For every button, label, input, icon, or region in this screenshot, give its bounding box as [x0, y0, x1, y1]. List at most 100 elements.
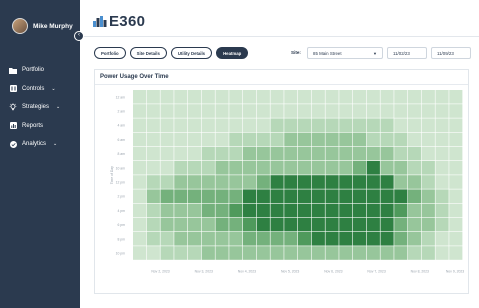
heatmap-cell[interactable]: [325, 246, 339, 260]
heatmap-cell[interactable]: [325, 146, 339, 161]
heatmap-cell[interactable]: [298, 189, 312, 203]
heatmap-cell[interactable]: [284, 246, 298, 260]
heatmap-cell[interactable]: [339, 217, 353, 232]
heatmap-cell[interactable]: [311, 217, 325, 232]
heatmap-cell[interactable]: [284, 161, 298, 175]
heatmap-cell[interactable]: [215, 175, 229, 189]
heatmap-cell[interactable]: [201, 132, 215, 147]
heatmap-cell[interactable]: [394, 132, 408, 147]
heatmap-cell[interactable]: [366, 189, 380, 203]
heatmap-cell[interactable]: [229, 132, 243, 147]
heatmap-cell[interactable]: [133, 246, 147, 260]
heatmap-cell[interactable]: [146, 232, 160, 246]
heatmap-cell[interactable]: [435, 217, 449, 232]
site-select[interactable]: 85 Main Street ▼: [307, 47, 383, 59]
heatmap-cell[interactable]: [408, 104, 422, 118]
heatmap-cell[interactable]: [325, 104, 339, 118]
heatmap-cell[interactable]: [229, 189, 243, 203]
heatmap-cell[interactable]: [421, 104, 435, 118]
heatmap-cell[interactable]: [243, 203, 257, 218]
heatmap-cell[interactable]: [229, 246, 243, 260]
heatmap-cell[interactable]: [298, 146, 312, 161]
heatmap-cell[interactable]: [256, 132, 270, 147]
heatmap-cell[interactable]: [408, 132, 422, 147]
heatmap-cell[interactable]: [284, 203, 298, 218]
heatmap-cell[interactable]: [339, 104, 353, 118]
heatmap-cell[interactable]: [133, 118, 147, 132]
heatmap-cell[interactable]: [408, 189, 422, 203]
heatmap-cell[interactable]: [435, 161, 449, 175]
heatmap-cell[interactable]: [229, 90, 243, 104]
heatmap-cell[interactable]: [449, 161, 463, 175]
heatmap-cell[interactable]: [229, 118, 243, 132]
heatmap-cell[interactable]: [449, 132, 463, 147]
heatmap-cell[interactable]: [380, 232, 394, 246]
heatmap-cell[interactable]: [380, 217, 394, 232]
heatmap-cell[interactable]: [339, 90, 353, 104]
heatmap-cell[interactable]: [421, 217, 435, 232]
heatmap-cell[interactable]: [311, 161, 325, 175]
heatmap-cell[interactable]: [339, 118, 353, 132]
sidebar-item-portfolio[interactable]: Portfolio: [9, 61, 60, 80]
heatmap-cell[interactable]: [449, 232, 463, 246]
heatmap-cell[interactable]: [188, 203, 202, 218]
heatmap-cell[interactable]: [449, 203, 463, 218]
heatmap-cell[interactable]: [311, 146, 325, 161]
heatmap-cell[interactable]: [160, 217, 174, 232]
heatmap-cell[interactable]: [188, 232, 202, 246]
heatmap-cell[interactable]: [394, 118, 408, 132]
heatmap-cell[interactable]: [133, 90, 147, 104]
heatmap-cell[interactable]: [256, 146, 270, 161]
heatmap-cell[interactable]: [146, 175, 160, 189]
heatmap-cell[interactable]: [394, 161, 408, 175]
heatmap-cell[interactable]: [394, 232, 408, 246]
heatmap-cell[interactable]: [421, 246, 435, 260]
heatmap-cell[interactable]: [146, 189, 160, 203]
heatmap-cell[interactable]: [188, 189, 202, 203]
heatmap-cell[interactable]: [353, 217, 367, 232]
heatmap-cell[interactable]: [188, 246, 202, 260]
heatmap-cell[interactable]: [270, 132, 284, 147]
heatmap-cell[interactable]: [325, 232, 339, 246]
heatmap-cell[interactable]: [449, 217, 463, 232]
heatmap-cell[interactable]: [188, 104, 202, 118]
heatmap-cell[interactable]: [380, 246, 394, 260]
heatmap-cell[interactable]: [339, 175, 353, 189]
heatmap-cell[interactable]: [339, 132, 353, 147]
heatmap-cell[interactable]: [215, 246, 229, 260]
heatmap-cell[interactable]: [339, 146, 353, 161]
heatmap-cell[interactable]: [435, 246, 449, 260]
tab-site-details[interactable]: Site Details: [129, 47, 167, 59]
heatmap-cell[interactable]: [201, 146, 215, 161]
heatmap-cell[interactable]: [146, 246, 160, 260]
sidebar-item-analytics[interactable]: Analytics ⌄: [9, 135, 60, 154]
heatmap-cell[interactable]: [311, 132, 325, 147]
heatmap-cell[interactable]: [160, 203, 174, 218]
heatmap-cell[interactable]: [449, 175, 463, 189]
heatmap-cell[interactable]: [311, 203, 325, 218]
heatmap-cell[interactable]: [449, 189, 463, 203]
heatmap-cell[interactable]: [256, 232, 270, 246]
heatmap-cell[interactable]: [421, 203, 435, 218]
heatmap-cell[interactable]: [229, 203, 243, 218]
heatmap-cell[interactable]: [298, 175, 312, 189]
heatmap-cell[interactable]: [353, 118, 367, 132]
heatmap-cell[interactable]: [133, 132, 147, 147]
heatmap-cell[interactable]: [353, 104, 367, 118]
heatmap-cell[interactable]: [270, 246, 284, 260]
heatmap-cell[interactable]: [256, 104, 270, 118]
heatmap-cell[interactable]: [215, 203, 229, 218]
heatmap-cell[interactable]: [325, 203, 339, 218]
heatmap-cell[interactable]: [201, 217, 215, 232]
heatmap-cell[interactable]: [160, 246, 174, 260]
heatmap-cell[interactable]: [435, 146, 449, 161]
heatmap-cell[interactable]: [353, 246, 367, 260]
heatmap-cell[interactable]: [366, 118, 380, 132]
heatmap-cell[interactable]: [408, 146, 422, 161]
heatmap-cell[interactable]: [366, 146, 380, 161]
heatmap-cell[interactable]: [215, 146, 229, 161]
heatmap-cell[interactable]: [201, 118, 215, 132]
heatmap-cell[interactable]: [394, 104, 408, 118]
heatmap-cell[interactable]: [408, 161, 422, 175]
heatmap-cell[interactable]: [435, 203, 449, 218]
